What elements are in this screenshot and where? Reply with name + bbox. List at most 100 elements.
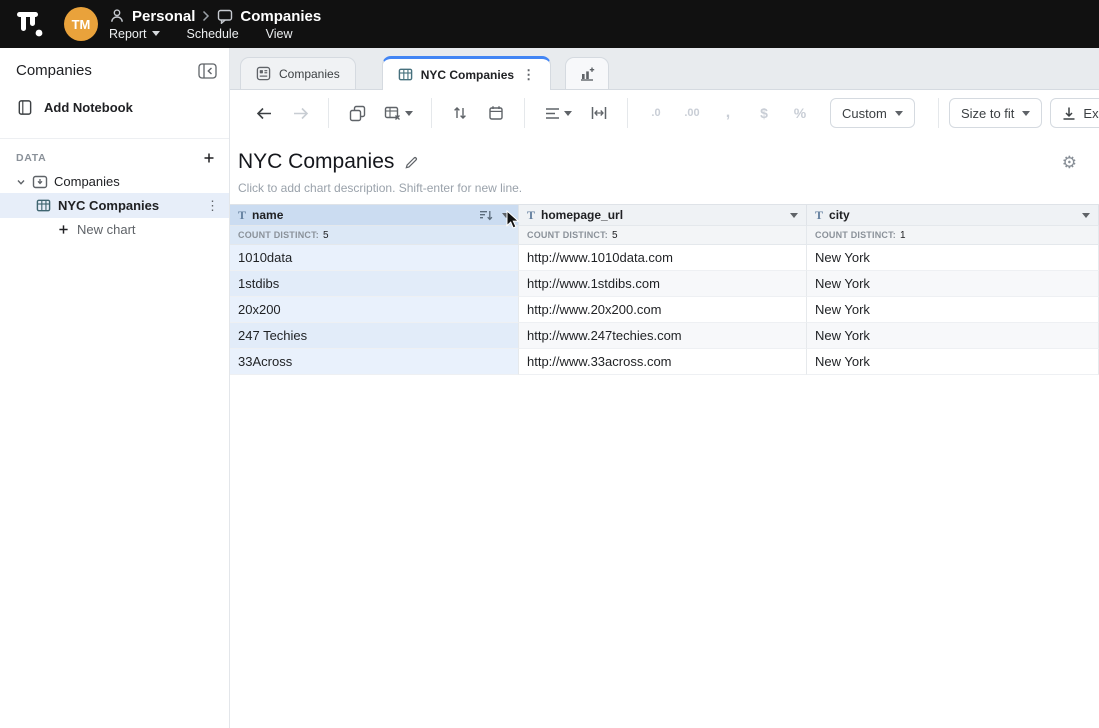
table-cell[interactable]: http://www.33across.com bbox=[519, 349, 807, 375]
increase-decimal-button[interactable]: .00 bbox=[677, 98, 707, 128]
data-table: T name T homepage_url bbox=[230, 204, 1099, 375]
count-distinct-name: COUNT DISTINCT: 5 bbox=[230, 226, 519, 245]
breadcrumb-page[interactable]: Companies bbox=[240, 8, 321, 25]
divider bbox=[627, 98, 628, 128]
table-cell[interactable]: New York bbox=[807, 271, 1099, 297]
forward-button[interactable] bbox=[285, 98, 315, 128]
decrease-decimal-button[interactable]: .0 bbox=[641, 98, 671, 128]
table-cell[interactable]: New York bbox=[807, 349, 1099, 375]
edit-title-button[interactable] bbox=[404, 155, 419, 170]
tab-companies[interactable]: Companies bbox=[240, 57, 356, 89]
chevron-down-icon bbox=[895, 111, 903, 116]
count-distinct-city: COUNT DISTINCT: 1 bbox=[807, 226, 1099, 245]
tree-item-nyc-companies[interactable]: NYC Companies ⋮ bbox=[0, 193, 229, 218]
chart-settings-button[interactable]: ⚙ bbox=[1062, 154, 1077, 171]
sort-icon bbox=[452, 105, 468, 121]
size-to-fit-select[interactable]: Size to fit bbox=[949, 98, 1042, 128]
calendar-button[interactable] bbox=[481, 98, 511, 128]
tree-item-companies[interactable]: Companies bbox=[0, 170, 229, 193]
sort-ascending-icon bbox=[479, 210, 493, 221]
app-body: Companies Add Notebook DATA bbox=[0, 48, 1099, 728]
table-icon bbox=[36, 198, 51, 213]
toolbar: .0 .00 , $ % Custom Size to fit Export bbox=[230, 90, 1099, 136]
table-cell[interactable]: http://www.247techies.com bbox=[519, 323, 807, 349]
table-cell[interactable]: http://www.1010data.com bbox=[519, 245, 807, 271]
menu-bar: Report Schedule View bbox=[109, 27, 321, 41]
table-remove-icon bbox=[384, 106, 401, 121]
chart-description-placeholder[interactable]: Click to add chart description. Shift-en… bbox=[230, 181, 1099, 195]
export-button[interactable]: Export bbox=[1050, 98, 1099, 128]
sidebar-title: Companies bbox=[16, 62, 92, 79]
copy-icon bbox=[349, 105, 366, 122]
source-icon bbox=[32, 174, 48, 190]
back-button[interactable] bbox=[249, 98, 279, 128]
add-data-button[interactable] bbox=[203, 152, 215, 164]
table-cell[interactable]: 20x200 bbox=[230, 297, 519, 323]
menu-schedule[interactable]: Schedule bbox=[187, 27, 239, 41]
text-type-icon: T bbox=[238, 208, 246, 223]
align-button[interactable] bbox=[538, 98, 578, 128]
chevron-down-icon[interactable] bbox=[16, 177, 26, 187]
tree-item-menu-button[interactable]: ⋮ bbox=[206, 199, 219, 212]
table-cell[interactable]: New York bbox=[807, 323, 1099, 349]
notebook-icon bbox=[16, 99, 33, 116]
app-logo-icon[interactable] bbox=[14, 7, 46, 41]
collapse-sidebar-button[interactable] bbox=[198, 63, 217, 79]
comma-format-button[interactable]: , bbox=[713, 98, 743, 128]
divider bbox=[328, 98, 329, 128]
plus-icon bbox=[203, 152, 215, 164]
chevron-down-icon bbox=[152, 31, 160, 36]
divider bbox=[524, 98, 525, 128]
fit-width-button[interactable] bbox=[584, 98, 614, 128]
menu-report[interactable]: Report bbox=[109, 27, 160, 41]
column-menu-caret[interactable] bbox=[790, 213, 798, 218]
pencil-icon bbox=[404, 155, 419, 170]
top-bar: TM Personal Companies Report Schedule bbox=[0, 0, 1099, 48]
sidebar: Companies Add Notebook DATA bbox=[0, 48, 230, 728]
arrow-left-icon bbox=[256, 106, 273, 121]
text-type-icon: T bbox=[527, 208, 535, 223]
page-title[interactable]: NYC Companies bbox=[238, 150, 394, 174]
table-icon bbox=[398, 67, 413, 82]
plus-icon bbox=[58, 224, 69, 235]
calendar-icon bbox=[488, 105, 504, 121]
chat-icon bbox=[217, 9, 233, 24]
new-chart-tab-button[interactable] bbox=[565, 57, 609, 89]
chevron-right-icon bbox=[202, 10, 210, 22]
chevron-down-icon bbox=[1022, 111, 1030, 116]
table-cell[interactable]: New York bbox=[807, 297, 1099, 323]
sort-button[interactable] bbox=[445, 98, 475, 128]
add-notebook-button[interactable]: Add Notebook bbox=[0, 87, 229, 128]
column-header-city[interactable]: T city bbox=[807, 205, 1099, 226]
text-type-icon: T bbox=[815, 208, 823, 223]
table-cell[interactable]: 1stdibs bbox=[230, 271, 519, 297]
column-menu-caret[interactable] bbox=[502, 213, 510, 218]
table-cell[interactable]: 1010data bbox=[230, 245, 519, 271]
chevron-down-icon bbox=[405, 111, 413, 116]
column-menu-caret[interactable] bbox=[1082, 213, 1090, 218]
align-left-icon bbox=[545, 107, 560, 120]
display-options-button[interactable] bbox=[378, 98, 418, 128]
breadcrumb-workspace[interactable]: Personal bbox=[132, 8, 195, 25]
percent-format-button[interactable]: % bbox=[785, 98, 815, 128]
tab-menu-button[interactable]: ⋮ bbox=[522, 68, 535, 81]
currency-format-button[interactable]: $ bbox=[749, 98, 779, 128]
tab-nyc-companies[interactable]: NYC Companies ⋮ bbox=[382, 56, 551, 90]
table-cell[interactable]: http://www.1stdibs.com bbox=[519, 271, 807, 297]
menu-view[interactable]: View bbox=[266, 27, 293, 41]
table-cell[interactable]: New York bbox=[807, 245, 1099, 271]
count-distinct-homepage-url: COUNT DISTINCT: 5 bbox=[519, 226, 807, 245]
new-chart-button[interactable]: New chart bbox=[0, 218, 229, 241]
table-cell[interactable]: 33Across bbox=[230, 349, 519, 375]
user-avatar[interactable]: TM bbox=[64, 7, 98, 41]
table-cell[interactable]: http://www.20x200.com bbox=[519, 297, 807, 323]
column-header-name[interactable]: T name bbox=[230, 205, 519, 226]
duplicate-button[interactable] bbox=[342, 98, 372, 128]
divider bbox=[938, 98, 939, 128]
tab-bar: Companies NYC Companies ⋮ bbox=[230, 48, 1099, 90]
number-format-select[interactable]: Custom bbox=[830, 98, 915, 128]
table-cell[interactable]: 247 Techies bbox=[230, 323, 519, 349]
column-header-homepage-url[interactable]: T homepage_url bbox=[519, 205, 807, 226]
download-icon bbox=[1062, 106, 1076, 121]
sidebar-header: Companies bbox=[0, 48, 229, 87]
